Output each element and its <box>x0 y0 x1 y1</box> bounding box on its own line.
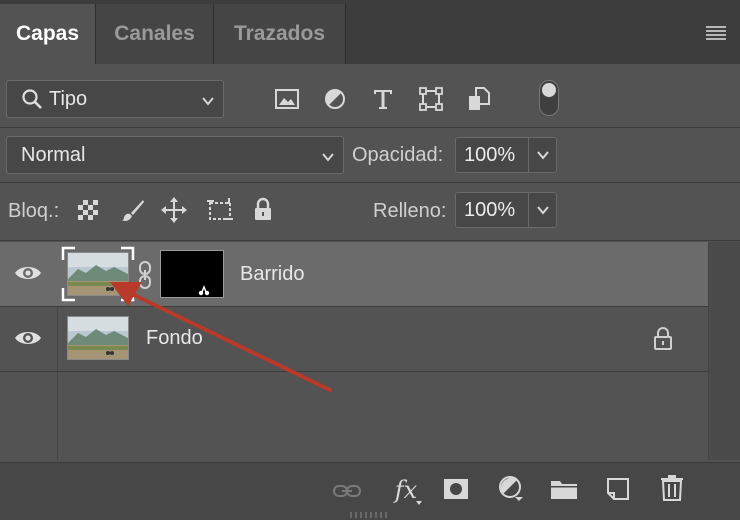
fx-label: fx <box>394 476 418 504</box>
filter-toggle-switch[interactable] <box>539 80 559 116</box>
link-layers-icon[interactable] <box>332 477 362 505</box>
lock-transparency-icon[interactable] <box>76 198 100 222</box>
lock-all-icon[interactable] <box>252 196 274 222</box>
chevron-down-icon <box>201 91 215 106</box>
eye-visibility-icon[interactable] <box>14 328 42 353</box>
layer-lock-icon <box>653 326 673 355</box>
layer-name[interactable]: Barrido <box>240 263 304 286</box>
filter-kind-select[interactable]: Tipo <box>6 80 224 118</box>
layer-mask-thumbnail[interactable] <box>160 250 224 298</box>
filter-kind-label: Tipo <box>49 87 88 110</box>
mask-link-chain-icon[interactable] <box>138 260 152 295</box>
eye-visibility-icon[interactable] <box>14 263 42 288</box>
layer-thumbnail[interactable] <box>67 316 129 360</box>
tab-trazados[interactable]: Trazados <box>214 4 346 64</box>
chevron-down-icon <box>321 147 335 162</box>
layer-row-barrido[interactable]: Barrido <box>0 242 708 306</box>
type-filter-icon[interactable] <box>370 86 396 112</box>
panel-resize-grip[interactable] <box>350 512 390 518</box>
blend-mode-value: Normal <box>21 143 86 166</box>
thumbnail-selection-frame <box>61 246 135 302</box>
chevron-down-icon[interactable] <box>528 138 556 172</box>
shape-filter-icon[interactable] <box>418 86 444 112</box>
layer-name[interactable]: Fondo <box>146 327 203 350</box>
search-icon <box>21 88 43 110</box>
blend-mode-select[interactable]: Normal <box>6 136 344 174</box>
new-layer-icon[interactable] <box>604 475 632 503</box>
tab-canales[interactable]: Canales <box>96 4 214 64</box>
fx-icon[interactable]: fx <box>388 473 424 507</box>
opacity-label: Opacidad: <box>352 144 444 166</box>
delete-trash-icon[interactable] <box>658 473 686 503</box>
fill-field[interactable]: 100% <box>455 192 557 228</box>
tab-capas[interactable]: Capas <box>0 4 96 64</box>
adjustment-filter-icon[interactable] <box>322 86 348 112</box>
opacity-value: 100% <box>464 143 516 166</box>
lock-position-move-icon[interactable] <box>160 196 188 224</box>
lock-pixels-brush-icon[interactable] <box>120 197 146 223</box>
image-filter-icon[interactable] <box>274 86 300 112</box>
smart-object-filter-icon[interactable] <box>466 86 492 112</box>
opacity-field[interactable]: 100% <box>455 137 557 173</box>
fill-label: Relleno: <box>373 200 447 222</box>
layers-scrollbar[interactable] <box>708 242 740 460</box>
chevron-down-icon[interactable] <box>528 193 556 227</box>
new-group-folder-icon[interactable] <box>549 475 579 503</box>
lock-label: Bloq.: <box>8 200 60 222</box>
layer-row-fondo[interactable]: Fondo <box>0 307 708 371</box>
panel-tab-bar: Capas Canales Trazados <box>0 0 740 64</box>
adjustment-layer-icon[interactable] <box>496 473 526 503</box>
lock-artboard-icon[interactable] <box>205 196 235 224</box>
add-mask-icon[interactable] <box>442 475 470 503</box>
fill-value: 100% <box>464 198 516 221</box>
panel-menu-icon[interactable] <box>706 26 726 40</box>
